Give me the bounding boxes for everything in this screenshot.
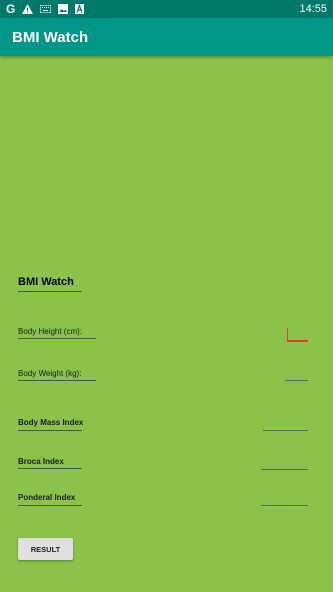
app-bar: BMI Watch xyxy=(0,18,333,56)
form-heading: BMI Watch xyxy=(18,276,74,288)
status-bar: G 14:55 xyxy=(0,0,333,18)
body-weight-input[interactable] xyxy=(285,380,308,381)
broca-label: Broca Index xyxy=(18,457,64,466)
body-height-label: Body Height (cm): xyxy=(18,327,83,336)
result-button[interactable]: RESULT xyxy=(18,538,73,560)
body-weight-label-underline xyxy=(18,380,96,381)
g-icon: G xyxy=(6,2,16,16)
status-time: 14:55 xyxy=(299,3,327,15)
heading-underline xyxy=(18,291,82,292)
status-icons: G xyxy=(6,2,85,16)
bmi-label-underline xyxy=(18,430,82,431)
bmi-label: Body Mass Index xyxy=(18,418,84,427)
broca-value-field xyxy=(261,469,308,470)
a-icon xyxy=(75,4,85,14)
keyboard-icon xyxy=(40,5,52,13)
main-content: BMI Watch Body Height (cm): Body Weight … xyxy=(0,56,333,592)
body-height-input-underline xyxy=(287,340,308,342)
bmi-value-field xyxy=(263,430,308,431)
ponderal-label: Ponderal Index xyxy=(18,493,76,502)
body-height-label-underline xyxy=(18,338,96,339)
body-height-input[interactable] xyxy=(287,328,308,342)
app-title: BMI Watch xyxy=(12,29,89,46)
image-icon xyxy=(58,4,69,14)
body-weight-label: Body Weight (kg): xyxy=(18,369,82,378)
text-cursor xyxy=(287,328,288,340)
ponderal-label-underline xyxy=(18,505,82,506)
broca-label-underline xyxy=(18,468,82,469)
warning-icon xyxy=(22,4,34,14)
ponderal-value-field xyxy=(261,505,308,506)
